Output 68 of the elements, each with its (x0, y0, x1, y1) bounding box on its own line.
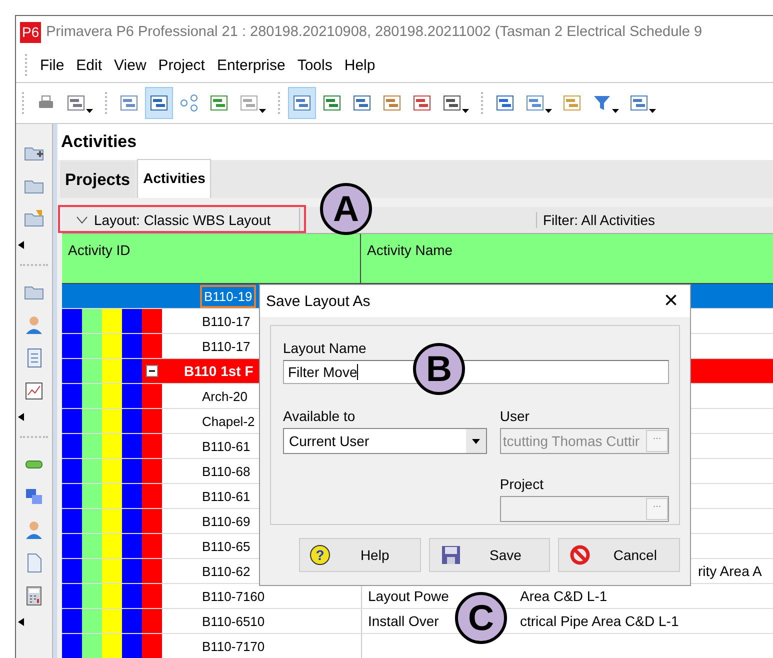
arrow-icon[interactable] (18, 618, 24, 626)
menu-item[interactable]: File (35, 56, 72, 74)
collapse-icon[interactable] (146, 365, 158, 377)
dialog-title: Save Layout As (266, 292, 370, 310)
prohibited-icon (569, 544, 592, 566)
help-button[interactable]: ? Help (299, 538, 421, 572)
menu-item[interactable]: View (109, 56, 154, 74)
help-icon: ? (310, 545, 330, 565)
user-field: tcutting Thomas Cuttir (500, 433, 640, 449)
tab[interactable]: Projects (60, 162, 136, 198)
window-title: Primavera P6 Professional 21 : 280198.20210908, 280198.20211002 (Tasman 2 Electrical Schedule 9 (46, 24, 702, 40)
activity-id[interactable]: B110-62 (200, 562, 252, 580)
table-cell (62, 284, 82, 308)
activity-id[interactable]: B110-6510 (200, 612, 267, 630)
menu-item[interactable]: Edit (71, 56, 110, 74)
field-label: Layout Name (283, 340, 368, 356)
activity-name: Install Over (368, 613, 439, 629)
activity-name: Layout Powe (368, 588, 449, 604)
menu-item[interactable]: Help (339, 56, 382, 74)
filter-icon (592, 93, 612, 113)
activity-name: Area C&D L-1 (520, 588, 608, 604)
caret-icon (462, 109, 469, 113)
menu-item[interactable]: Project (153, 56, 212, 74)
menu-item[interactable]: Enterprise (212, 56, 292, 74)
field-label: Project (500, 476, 544, 492)
activity-id[interactable]: B110-61 (200, 436, 252, 456)
layout-button[interactable]: Layout: Classic WBS Layout (62, 208, 300, 232)
caret-icon (612, 109, 619, 113)
activity-id[interactable]: B110-7160 (200, 586, 267, 606)
gantt-chart-icon (149, 93, 169, 113)
caret-icon (649, 109, 656, 113)
field-label: User (500, 408, 530, 424)
activity-id[interactable]: B110-17 (200, 336, 252, 356)
arrow-icon[interactable] (18, 241, 24, 249)
caret-icon (86, 109, 93, 113)
person-icon[interactable] (23, 314, 45, 336)
wbs-name: B110 1st F (184, 363, 254, 379)
person-icon[interactable] (23, 519, 45, 541)
activity-id[interactable]: B110-69 (200, 512, 252, 530)
close-button[interactable]: × (664, 289, 678, 313)
caret-icon (259, 109, 266, 113)
tab[interactable]: Activities (137, 159, 212, 198)
panel-title: Activities (58, 124, 773, 160)
activity-id[interactable]: B110-61 (200, 486, 252, 506)
activity-name: ctrical Pipe Area C&D L-1 (520, 613, 679, 629)
app-logo: P6 (20, 22, 42, 42)
activity-id[interactable]: B110-68 (200, 462, 252, 480)
chart-icon[interactable] (23, 380, 45, 402)
column-header[interactable]: Activity Name (361, 234, 453, 283)
activity-id[interactable]: B110-19 (200, 284, 256, 308)
arrow-icon[interactable] (18, 413, 24, 421)
save-button[interactable]: Save (428, 538, 550, 572)
caret-icon (545, 109, 552, 113)
toolbar-button[interactable] (145, 87, 173, 119)
activity-id[interactable]: Arch-20 (200, 386, 250, 406)
activity-id[interactable]: B110-7170 (200, 636, 267, 656)
tree-diagram-icon (179, 93, 199, 113)
activity-name: rity Area A (698, 563, 762, 579)
activity-id[interactable]: Chapel-2 (200, 412, 257, 430)
dropdown-field[interactable]: Current User (283, 428, 487, 454)
toolbar-button[interactable] (288, 87, 316, 119)
caret-icon (76, 216, 88, 224)
filter-label[interactable]: Filter: All Activities (536, 212, 656, 228)
field-label: Available to (283, 408, 356, 424)
activity-id[interactable]: B110-65 (200, 536, 252, 556)
menu-item[interactable]: Tools (292, 56, 340, 74)
cancel-button[interactable]: Cancel (558, 538, 680, 572)
activity-id[interactable]: B110-17 (200, 312, 252, 330)
